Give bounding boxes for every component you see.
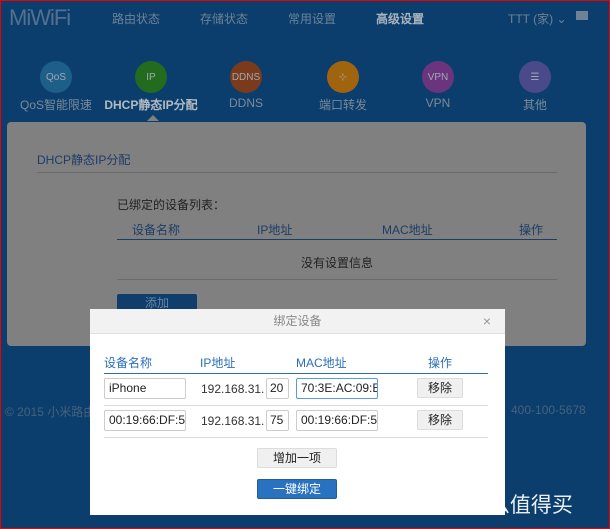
bind-all-button[interactable]: 一键绑定 (257, 479, 337, 499)
dialog-title: 绑定设备 (90, 309, 505, 334)
col-device-name: 设备名称 (104, 356, 153, 370)
tool-icon-3[interactable]: ⊹ (327, 61, 359, 93)
tool-label-2[interactable]: DDNS (191, 96, 301, 110)
col-ip: IP地址 (257, 223, 293, 237)
ip-suffix-input[interactable]: 20 (266, 378, 289, 399)
col-mac: MAC地址 (296, 356, 347, 370)
mail-icon[interactable] (576, 11, 588, 20)
row-divider (104, 405, 488, 406)
remove-button[interactable]: 移除 (417, 410, 463, 430)
tool-icon-0[interactable]: QoS (40, 61, 72, 93)
row-divider (104, 437, 488, 438)
divider (37, 172, 557, 173)
add-item-button[interactable]: 增加一项 (257, 448, 337, 468)
tool-label-0[interactable]: QoS智能限速 (1, 96, 111, 113)
ip-suffix-input[interactable]: 75 (266, 410, 289, 431)
tool-label-4[interactable]: VPN (383, 96, 493, 110)
header-line (104, 373, 488, 374)
ip-prefix: 192.168.31. (201, 382, 265, 396)
bind-device-dialog: 绑定设备 × 设备名称 IP地址 MAC地址 操作 iPhone 192.168… (90, 309, 505, 515)
col-action: 操作 (519, 223, 544, 237)
nav-common-settings[interactable]: 常用设置 (288, 10, 336, 27)
logo: MiWiFi (9, 5, 71, 30)
divider (117, 279, 557, 280)
device-name-input[interactable]: 00:19:66:DF:5 (104, 410, 186, 431)
tool-icon-4[interactable]: VPN (422, 61, 454, 93)
mac-input[interactable]: 70:3E:AC:09:E (296, 378, 378, 399)
list-label: 已绑定的设备列表： (117, 198, 226, 212)
user-menu[interactable]: TTT (家) ⌄ (508, 10, 567, 27)
col-mac: MAC地址 (382, 223, 433, 237)
tool-label-1[interactable]: DHCP静态IP分配 (96, 96, 206, 113)
chevron-down-icon: ⌄ (556, 12, 567, 26)
tool-label-5[interactable]: 其他 (480, 96, 590, 113)
col-device-name: 设备名称 (132, 223, 181, 237)
close-icon[interactable]: × (483, 313, 491, 329)
page-title: DHCP静态IP分配 (37, 153, 131, 167)
remove-button[interactable]: 移除 (417, 378, 463, 398)
tool-icon-1[interactable]: IP (135, 61, 167, 93)
active-caret (147, 115, 159, 121)
user-name: TTT (家) (508, 12, 554, 26)
watermark: 值 什么值得买 (441, 494, 573, 517)
nav-storage-status[interactable]: 存储状态 (200, 10, 248, 27)
tool-icon-2[interactable]: DDNS (230, 61, 262, 93)
col-action: 操作 (428, 356, 453, 370)
table-header-line (117, 239, 557, 240)
nav-router-status[interactable]: 路由状态 (112, 10, 160, 27)
tool-icon-5[interactable]: ☰ (519, 61, 551, 93)
footer-hotline: 400-100-5678 (511, 403, 586, 417)
nav-advanced-settings[interactable]: 高级设置 (376, 10, 424, 27)
device-name-input[interactable]: iPhone (104, 378, 186, 399)
empty-message: 没有设置信息 (301, 256, 374, 270)
tool-label-3[interactable]: 端口转发 (288, 96, 398, 113)
footer-copyright: © 2015 小米路由 (5, 405, 96, 419)
ip-prefix: 192.168.31. (201, 414, 265, 428)
mac-input[interactable]: 00:19:66:DF:5 (296, 410, 378, 431)
col-ip: IP地址 (200, 356, 236, 370)
